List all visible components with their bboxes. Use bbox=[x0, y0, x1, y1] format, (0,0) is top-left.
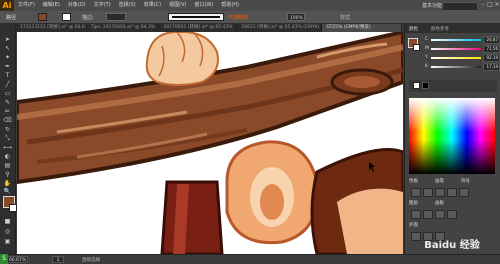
direct-selection-tool-icon[interactable]: ↖ bbox=[2, 45, 13, 52]
opacity-field[interactable]: 100% bbox=[287, 13, 305, 21]
scale-tool-icon[interactable]: ⤡ bbox=[2, 135, 13, 142]
menu-effect[interactable]: 效果(C) bbox=[140, 0, 165, 11]
menu-select[interactable]: 选择(S) bbox=[115, 0, 140, 11]
document-tabs: 173113115 [转换].ai* @ 66.67% Tips: 201706… bbox=[16, 24, 402, 32]
workspace-switcher[interactable]: 基本功能 bbox=[422, 2, 442, 9]
selection-tool-icon[interactable]: ➤ bbox=[2, 36, 13, 43]
eraser-tool-icon[interactable]: ⌫ bbox=[2, 117, 13, 124]
document-tab[interactable]: 20170601 [转换].ai* @ 65.43% bbox=[159, 24, 238, 32]
artboards-label[interactable]: 画板 bbox=[435, 200, 444, 206]
stroke-swatch[interactable] bbox=[62, 13, 71, 21]
slider-k-track[interactable] bbox=[431, 66, 481, 68]
new-swatch-icon[interactable] bbox=[447, 188, 457, 197]
slider-k-value[interactable]: 17.19 bbox=[483, 63, 500, 71]
layers-label[interactable]: 图层 bbox=[409, 200, 418, 206]
zoom-field[interactable]: 66.67% bbox=[6, 256, 28, 263]
zoom-tool-icon[interactable]: 🔍 bbox=[2, 188, 13, 195]
artboard-canvas[interactable] bbox=[17, 32, 403, 254]
menu-view[interactable]: 视图(V) bbox=[165, 0, 190, 11]
eyedropper-tool-icon[interactable]: ⚲ bbox=[2, 171, 13, 178]
stroke-label: 描边: bbox=[82, 15, 94, 21]
type-tool-icon[interactable]: T bbox=[2, 72, 13, 79]
search-input[interactable] bbox=[442, 2, 478, 11]
tab-color[interactable]: 颜色 bbox=[409, 26, 418, 32]
white-swatch[interactable] bbox=[413, 82, 420, 89]
right-panel: 颜色 颜色参考 C 26.87 M 71.56 Y 92.19 K 17.19 … bbox=[404, 24, 500, 254]
layer-icon[interactable] bbox=[423, 210, 433, 219]
menu-type[interactable]: 文字(T) bbox=[90, 0, 115, 11]
stroke-weight-field[interactable] bbox=[106, 13, 126, 21]
magic-wand-tool-icon[interactable]: ✦ bbox=[2, 54, 13, 61]
draw-mode-icon[interactable]: ◎ bbox=[2, 228, 13, 235]
ime-icon[interactable]: S bbox=[0, 254, 8, 264]
color-spectrum[interactable] bbox=[409, 98, 495, 174]
pencil-tool-icon[interactable]: ✏ bbox=[2, 108, 13, 115]
shape-builder-tool-icon[interactable]: ◐ bbox=[2, 153, 13, 160]
paintbrush-tool-icon[interactable]: ✎ bbox=[2, 99, 13, 106]
slider-y-value[interactable]: 92.19 bbox=[483, 54, 500, 62]
slider-c-value[interactable]: 26.87 bbox=[483, 36, 500, 44]
layer-icon[interactable] bbox=[447, 210, 457, 219]
stroke-color-box[interactable] bbox=[9, 204, 17, 212]
panel-stroke-swatch[interactable] bbox=[413, 44, 420, 51]
slider-c-label: C bbox=[425, 37, 429, 42]
slider-m-value[interactable]: 71.56 bbox=[483, 45, 500, 53]
fill-swatch[interactable] bbox=[38, 13, 47, 21]
slider-m-track[interactable] bbox=[431, 48, 481, 50]
color-mode-icon[interactable]: ■ bbox=[2, 218, 13, 225]
control-bar: 路径 描边: 不透明度 100% 样式 bbox=[0, 11, 500, 24]
symbols-label[interactable]: 符号 bbox=[461, 178, 470, 184]
toolbox: ➤ ↖ ✦ ✒ T ╱ ▭ ✎ ✏ ⌫ ↻ ⤡ ⟷ ◐ ▤ ⚲ ✋ 🔍 ■ ◎ … bbox=[0, 24, 17, 254]
rectangle-tool-icon[interactable]: ▭ bbox=[2, 90, 13, 97]
hand-tool-icon[interactable]: ✋ bbox=[2, 180, 13, 187]
black-swatch[interactable] bbox=[422, 82, 429, 89]
close-icon[interactable]: × bbox=[494, 1, 500, 9]
maximize-icon[interactable]: □ bbox=[487, 1, 493, 9]
slider-c-track[interactable] bbox=[431, 39, 481, 41]
menu-edit[interactable]: 编辑(E) bbox=[39, 0, 64, 11]
slider-m-label: M bbox=[425, 46, 429, 51]
slider-y-label: Y bbox=[425, 55, 428, 60]
selection-type-label: 路径 bbox=[6, 15, 17, 21]
slider-k-label: K bbox=[425, 64, 428, 69]
swatches-label[interactable]: 色板 bbox=[409, 178, 418, 184]
line-tool-icon[interactable]: ╱ bbox=[2, 81, 13, 88]
document-tab[interactable]: Tips: 20170601.ai* @ 64.3% bbox=[87, 24, 160, 32]
document-tab-active[interactable]: GT25% (CMYK/预览) bbox=[322, 24, 402, 32]
tab-color-guide[interactable]: 颜色参考 bbox=[431, 26, 449, 32]
gradient-tool-icon[interactable]: ▤ bbox=[2, 162, 13, 169]
opacity-value: 100% bbox=[290, 16, 303, 21]
monkey-branch-illustration bbox=[17, 32, 403, 254]
menu-file[interactable]: 文件(F) bbox=[14, 0, 39, 11]
opacity-link[interactable]: 不透明度 bbox=[228, 14, 248, 21]
width-tool-icon[interactable]: ⟷ bbox=[2, 144, 13, 151]
app-logo: Ai bbox=[0, 0, 14, 11]
menu-window[interactable]: 窗口(W) bbox=[190, 0, 217, 11]
watermark: Baidu 经验 bbox=[424, 240, 480, 251]
layer-icon[interactable] bbox=[411, 210, 421, 219]
document-tab[interactable]: 26621 [转换].ai* @ 65.43% (CMYK) bbox=[237, 24, 323, 32]
menu-object[interactable]: 对象(O) bbox=[64, 0, 90, 11]
minimize-icon[interactable]: – bbox=[480, 1, 486, 9]
layer-icon[interactable] bbox=[435, 210, 445, 219]
pen-tool-icon[interactable]: ✒ bbox=[2, 63, 13, 70]
swatch-kind-icon[interactable] bbox=[423, 188, 433, 197]
appearance-label[interactable]: 外观 bbox=[409, 222, 418, 228]
status-tool-text: 直接选择 bbox=[82, 258, 100, 263]
artboard-navigator[interactable]: 1 bbox=[52, 256, 64, 263]
swatch-library-icon[interactable] bbox=[411, 188, 421, 197]
delete-swatch-icon[interactable] bbox=[459, 188, 469, 197]
brush-preview-icon bbox=[172, 16, 220, 18]
menu-bar: Ai 文件(F) 编辑(E) 对象(O) 文字(T) 选择(S) 效果(C) 视… bbox=[0, 0, 500, 11]
slider-y-track[interactable] bbox=[431, 57, 481, 59]
rotate-tool-icon[interactable]: ↻ bbox=[2, 126, 13, 133]
menu-help[interactable]: 帮助(H) bbox=[217, 0, 243, 11]
brushes-label[interactable]: 画笔 bbox=[435, 178, 444, 184]
style-label[interactable]: 样式 bbox=[340, 14, 350, 21]
status-bar: 66.67% 1 直接选择 bbox=[0, 254, 500, 264]
document-tab[interactable]: 173113115 [转换].ai* @ 66.67% bbox=[16, 24, 87, 32]
screen-mode-icon[interactable]: ▣ bbox=[2, 238, 13, 245]
new-group-icon[interactable] bbox=[435, 188, 445, 197]
